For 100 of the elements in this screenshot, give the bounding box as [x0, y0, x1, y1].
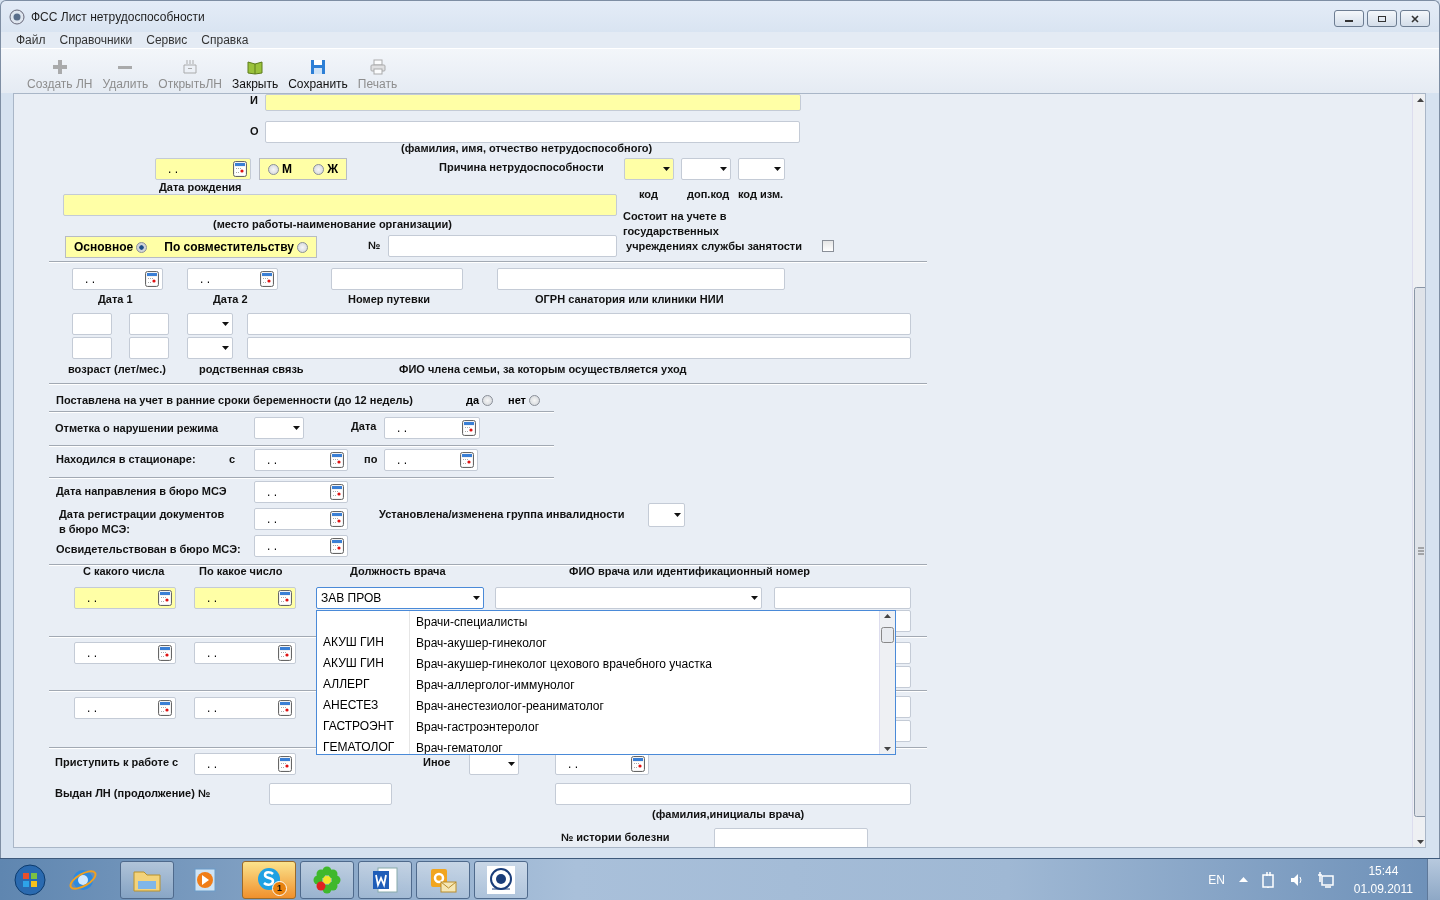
scroll-down-icon[interactable] [884, 747, 891, 751]
date-field[interactable]: . . [254, 449, 348, 471]
scrollbar-thumb[interactable] [881, 627, 894, 643]
text-field[interactable] [774, 587, 911, 609]
radio-button[interactable] [313, 163, 325, 175]
option-code[interactable]: АЛЛЕРГ [317, 674, 410, 695]
calendar-icon[interactable] [158, 590, 172, 606]
text-field[interactable] [247, 313, 911, 335]
option-code[interactable]: АКУШ ГИН [317, 653, 410, 674]
dropdown[interactable] [254, 417, 304, 439]
taskbar-button[interactable] [474, 860, 528, 899]
option-code[interactable]: ГАСТРОЭНТ [317, 716, 410, 737]
date-field[interactable]: . . [384, 417, 480, 439]
date-field[interactable]: . . [74, 587, 176, 609]
calendar-icon[interactable] [158, 700, 172, 716]
date-field[interactable]: . . [72, 268, 163, 290]
option-name[interactable]: Врач-аллерголог-иммунолог [410, 677, 575, 692]
text-field[interactable] [129, 313, 169, 335]
text-field[interactable] [269, 783, 392, 805]
radio-button[interactable] [268, 163, 279, 175]
date-field[interactable]: . . [194, 642, 296, 664]
text-field[interactable] [388, 235, 617, 257]
text-field[interactable] [72, 313, 112, 335]
text-field[interactable] [331, 268, 463, 290]
taskbar-button[interactable] [416, 860, 470, 899]
radio-button[interactable] [136, 241, 148, 253]
calendar-icon[interactable] [330, 452, 344, 468]
restore-button[interactable] [1367, 10, 1397, 27]
calendar-icon[interactable] [158, 645, 172, 661]
power-plug-icon[interactable] [1261, 871, 1276, 888]
dropdown[interactable] [738, 158, 785, 180]
text-field[interactable] [63, 194, 617, 216]
menu-item[interactable]: Файл [16, 32, 46, 48]
scroll-down-icon[interactable] [1417, 840, 1424, 844]
date-field[interactable]: . . [254, 508, 348, 530]
date-field[interactable]: . . [194, 753, 296, 775]
scrollbar[interactable] [879, 611, 895, 754]
menu-item[interactable]: Справка [201, 32, 249, 48]
text-field[interactable] [714, 828, 868, 847]
radio-button[interactable] [482, 394, 494, 406]
date-field[interactable]: . . [555, 753, 649, 775]
calendar-icon[interactable] [145, 271, 159, 287]
date-field[interactable]: . . [187, 268, 278, 290]
calendar-icon[interactable] [462, 420, 476, 436]
calendar-icon[interactable] [278, 700, 292, 716]
date-field[interactable]: . . [194, 587, 296, 609]
text-field[interactable] [265, 121, 800, 143]
option-name[interactable]: Врач-гастроэнтеролог [410, 719, 540, 734]
text-field[interactable] [497, 268, 785, 290]
dropdown-list[interactable] [316, 610, 896, 755]
scroll-up-icon[interactable] [1417, 98, 1424, 102]
calendar-icon[interactable] [260, 271, 274, 287]
calendar-icon[interactable] [278, 645, 292, 661]
dropdown[interactable] [624, 158, 674, 180]
option-name[interactable]: Врач-анестезиолог-реаниматолог [410, 698, 604, 713]
text-field[interactable] [555, 783, 911, 805]
scrollbar-thumb[interactable] [1413, 287, 1425, 817]
option-name[interactable]: Врачи-специалисты [410, 614, 528, 629]
radio-button[interactable] [529, 394, 540, 406]
date-field[interactable]: . . [155, 158, 251, 180]
minimize-button[interactable] [1334, 10, 1364, 27]
calendar-icon[interactable] [631, 756, 645, 772]
toolbar-button[interactable]: Сохранить [288, 59, 348, 91]
option-code[interactable]: АКУШ ГИН [317, 632, 410, 653]
calendar-icon[interactable] [330, 484, 344, 500]
taskbar-button[interactable] [358, 860, 412, 899]
dropdown[interactable] [187, 337, 233, 359]
calendar-icon[interactable] [460, 452, 474, 468]
option-code[interactable]: АНЕСТЕЗ [317, 695, 410, 716]
calendar-icon[interactable] [278, 590, 292, 606]
text-field[interactable] [72, 337, 112, 359]
close-button[interactable] [1400, 10, 1430, 27]
option-name[interactable]: Врач-акушер-гинеколог [410, 635, 547, 650]
dropdown[interactable] [681, 158, 731, 180]
scroll-up-icon[interactable] [884, 614, 891, 618]
date-field[interactable]: . . [384, 449, 478, 471]
menu-item[interactable]: Справочники [59, 32, 133, 48]
date-field[interactable]: . . [254, 535, 348, 557]
taskbar-button[interactable]: 1 [242, 860, 296, 899]
toolbar-button[interactable]: Закрыть [232, 59, 279, 91]
date-field[interactable]: . . [194, 697, 296, 719]
checkbox[interactable] [822, 240, 834, 252]
network-icon[interactable] [1317, 871, 1334, 888]
tray-arrow-icon[interactable] [1238, 877, 1248, 882]
text-field[interactable] [265, 94, 801, 111]
option-name[interactable]: Врач-гематолог [410, 740, 503, 754]
calendar-icon[interactable] [233, 161, 247, 177]
radio-button[interactable] [297, 241, 308, 253]
calendar-icon[interactable] [278, 756, 292, 772]
dropdown[interactable] [469, 753, 519, 775]
show-desktop-button[interactable] [1427, 859, 1440, 900]
calendar-icon[interactable] [330, 511, 344, 527]
calendar-icon[interactable] [330, 538, 344, 554]
date-field[interactable]: . . [254, 481, 348, 503]
dropdown[interactable] [648, 503, 685, 527]
speaker-icon[interactable] [1289, 872, 1304, 887]
date-field[interactable]: . . [74, 642, 176, 664]
menu-item[interactable]: Сервис [146, 32, 188, 48]
text-field[interactable] [247, 337, 911, 359]
dropdown[interactable]: ЗАВ ПРОВ [316, 587, 484, 609]
